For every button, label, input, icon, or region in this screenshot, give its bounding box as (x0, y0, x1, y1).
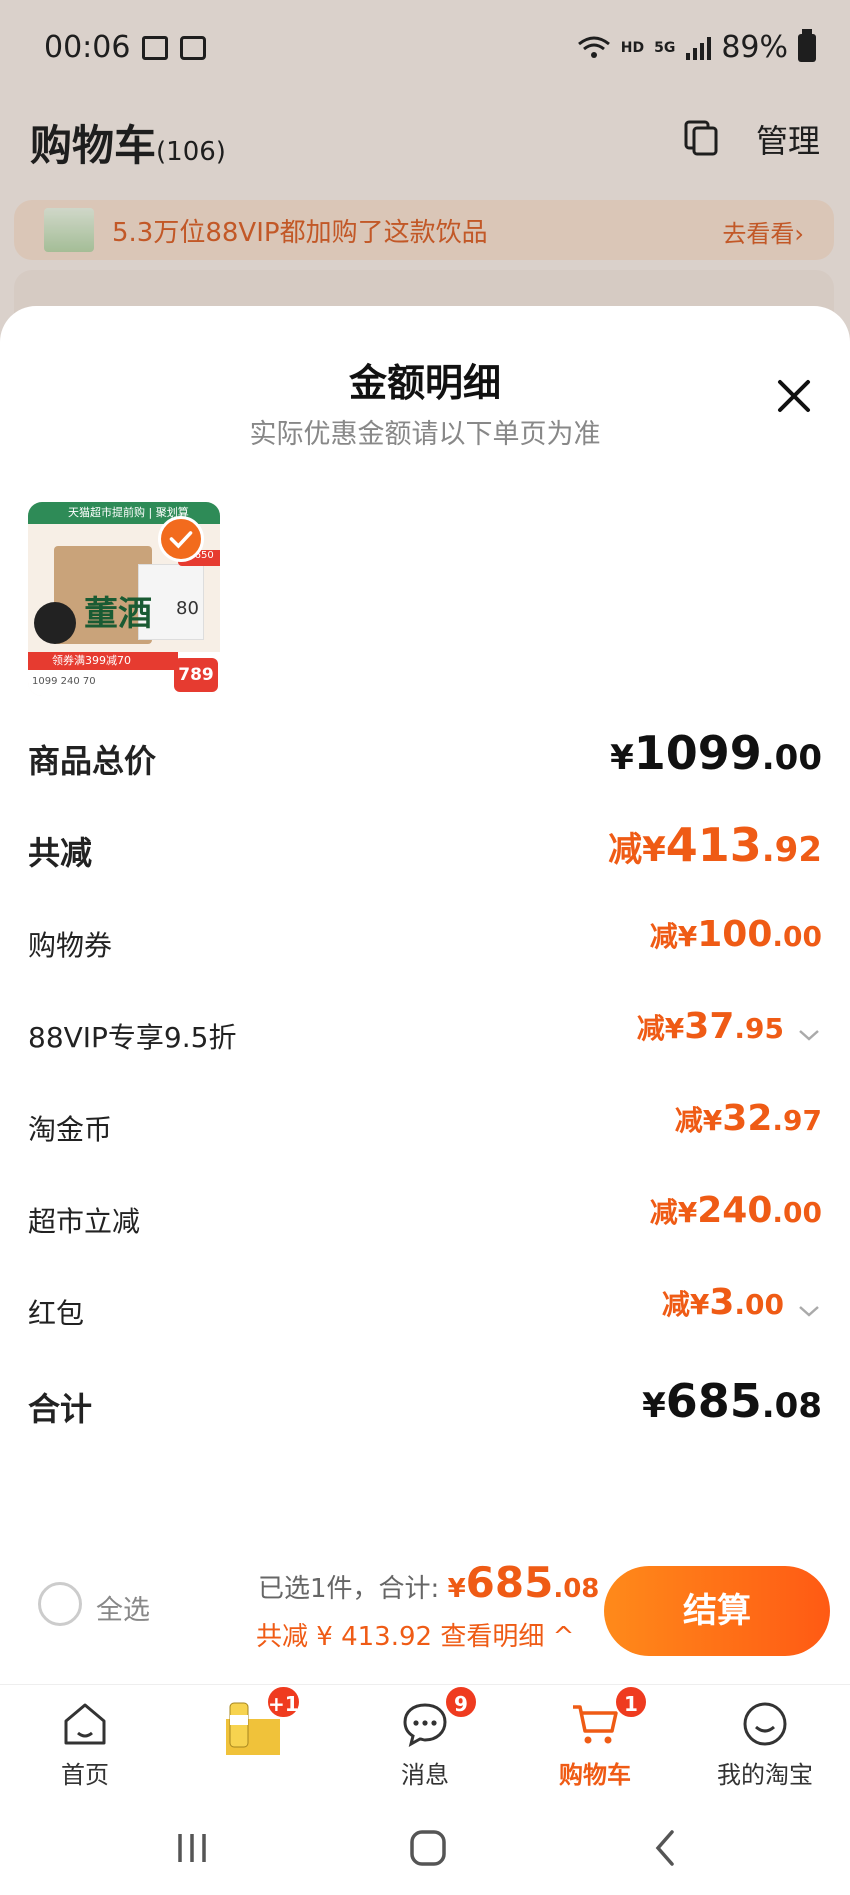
tab-promo[interactable]: +1 (170, 1685, 340, 1795)
row-amount: 减¥3.00 (661, 1282, 784, 1323)
tab-label: 购物车 (559, 1761, 631, 1789)
row-88vip[interactable]: 88VIP专享9.5折 减¥37.95 (28, 1006, 822, 1066)
summary-total: 已选1件，合计: ¥685.08 (258, 1558, 599, 1607)
promo-badge: +1 (266, 1685, 301, 1719)
selected-count-text: 已选1件，合计: (258, 1574, 440, 1604)
row-label: 购物券 (28, 929, 113, 962)
system-navigation-bar (0, 1800, 850, 1895)
row-grand-total: 合计 ¥685.08 (28, 1374, 822, 1434)
cart-icon (573, 1705, 618, 1744)
tab-label: 首页 (61, 1761, 109, 1789)
row-label: 合计 (28, 1390, 93, 1428)
bottom-tab-bar: 首页 +1 9 消息 1 购物车 我的淘宝 (0, 1684, 850, 1794)
select-all-radio[interactable] (38, 1582, 82, 1626)
home-icon (64, 1703, 106, 1745)
row-label: 超市立减 (28, 1205, 141, 1238)
row-label: 88VIP专享9.5折 (28, 1021, 237, 1054)
row-label: 共减 (28, 834, 93, 872)
product-price: 789 (174, 658, 218, 692)
row-amount: 减¥37.95 (636, 1006, 784, 1047)
row-amount: 减¥240.00 (649, 1190, 822, 1231)
close-icon[interactable] (770, 372, 818, 420)
tab-my-taobao[interactable]: 我的淘宝 (680, 1685, 850, 1795)
product-brand: 董酒 (84, 594, 152, 634)
tab-label: 消息 (401, 1761, 449, 1789)
sheet-subtitle: 实际优惠金额请以下单页为准 (249, 419, 601, 450)
row-amount: ¥685.08 (642, 1374, 822, 1428)
sheet-title: 金额明细 (348, 361, 501, 405)
row-taojinbi: 淘金币 减¥32.97 (28, 1098, 822, 1158)
row-amount: 减¥32.97 (674, 1098, 822, 1139)
checkout-summary-bar: 全选 已选1件，合计: ¥685.08 共减 ¥ 413.92 查看明细 ^ 结… (0, 1540, 850, 1670)
view-detail-link[interactable]: 查看明细 ^ (440, 1622, 574, 1652)
row-amount: ¥1099.00 (610, 726, 822, 780)
selected-check-icon (158, 516, 204, 562)
back-nav-icon[interactable] (636, 1824, 696, 1872)
product-coupon: 领券满399减70 (28, 652, 178, 670)
tab-home[interactable]: 首页 (0, 1685, 170, 1795)
tab-cart[interactable]: 1 购物车 (510, 1685, 680, 1795)
row-total-price: 商品总价 ¥1099.00 (28, 726, 822, 786)
row-coupon: 购物券 减¥100.00 (28, 914, 822, 974)
messages-badge: 9 (444, 1685, 478, 1719)
discount-text: 共减 ¥ 413.92 (256, 1622, 433, 1652)
total-amount: ¥685.08 (447, 1558, 600, 1607)
tab-label: 我的淘宝 (717, 1761, 813, 1789)
select-all-label[interactable]: 全选 (96, 1588, 150, 1627)
checkout-button[interactable]: 结算 (604, 1566, 830, 1656)
tab-messages[interactable]: 9 消息 (340, 1685, 510, 1795)
row-label: 淘金币 (28, 1113, 113, 1146)
chevron-down-icon[interactable] (798, 1300, 820, 1322)
product-price-nums: 1099 240 70 (32, 676, 96, 687)
chevron-down-icon[interactable] (798, 1024, 820, 1046)
row-label: 红包 (28, 1297, 85, 1330)
home-nav-icon[interactable] (398, 1824, 458, 1872)
summary-discount: 共减 ¥ 413.92 查看明细 ^ (256, 1616, 574, 1653)
recent-apps-icon[interactable] (162, 1824, 222, 1872)
product-volume: 80 (176, 598, 199, 619)
profile-icon (743, 1702, 787, 1746)
row-amount: 减¥100.00 (649, 914, 822, 955)
message-icon (403, 1703, 447, 1747)
row-label: 商品总价 (28, 742, 157, 780)
row-total-discount: 共减 减¥413.92 (28, 818, 822, 878)
row-amount: 减¥413.92 (608, 818, 822, 872)
product-thumbnail[interactable]: 天猫超市提前购 | 聚划算 董酒 ¥650 80 领券满399减70 1099 … (28, 502, 220, 696)
row-supermarket-discount: 超市立减 减¥240.00 (28, 1190, 822, 1250)
tmall-cat-icon (34, 602, 76, 644)
row-red-packet[interactable]: 红包 减¥3.00 (28, 1282, 822, 1342)
cart-badge: 1 (614, 1685, 648, 1719)
